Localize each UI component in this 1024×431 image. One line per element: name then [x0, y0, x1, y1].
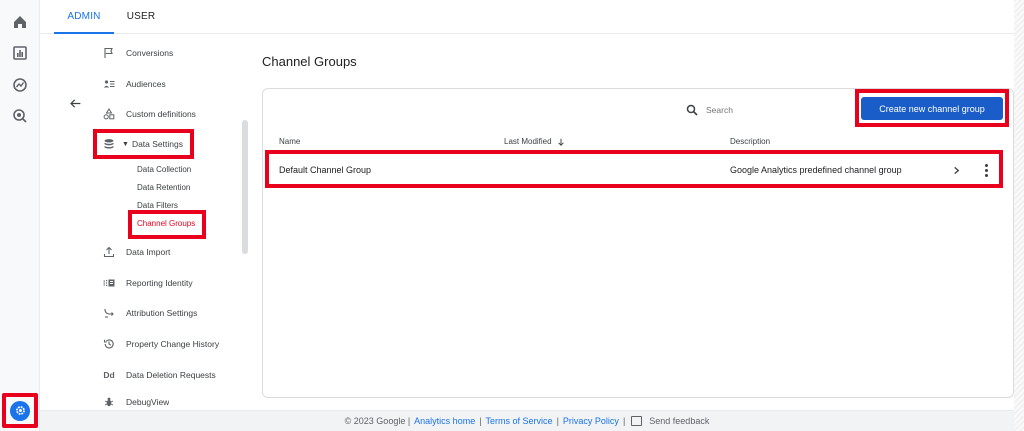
nav-item-reporting-identity[interactable]: Reporting Identity [102, 274, 193, 292]
nav-item-property-change-history[interactable]: Property Change History [102, 335, 219, 353]
explore-icon[interactable] [10, 75, 30, 95]
footer-link-privacy[interactable]: Privacy Policy [563, 416, 619, 426]
search-icon [686, 104, 698, 116]
admin-tabs: ADMIN USER [40, 0, 1014, 34]
identity-icon [102, 276, 116, 290]
gear-icon [10, 400, 30, 421]
feedback-icon [631, 416, 643, 426]
footer-separator: | [622, 416, 626, 426]
audiences-icon [102, 77, 116, 91]
home-icon[interactable] [10, 12, 30, 32]
tab-user[interactable]: USER [120, 0, 162, 34]
nav-item-data-settings[interactable]: ▼ Data Settings [102, 135, 183, 153]
upload-icon [102, 245, 116, 259]
nav-item-label: Data Deletion Requests [126, 370, 216, 380]
footer-copyright: © 2023 Google | [344, 416, 411, 426]
frame-right [1014, 0, 1024, 431]
column-header-description[interactable]: Description [730, 137, 770, 146]
debug-icon [102, 395, 116, 409]
history-icon [102, 337, 116, 351]
dd-icon: Dd [103, 370, 115, 380]
footer-send-feedback[interactable]: Send feedback [649, 416, 709, 426]
nav-sub-data-retention[interactable]: Data Retention [137, 181, 190, 195]
attribution-icon [102, 306, 116, 320]
footer-separator: | [556, 416, 559, 426]
row-description: Google Analytics predefined channel grou… [730, 165, 902, 175]
footer-separator: | [479, 416, 482, 426]
nav-sub-data-collection[interactable]: Data Collection [137, 163, 191, 177]
nav-item-label: Property Change History [126, 339, 220, 349]
nav-scrollbar[interactable] [242, 120, 248, 254]
database-icon [102, 137, 116, 151]
back-button[interactable] [65, 93, 85, 113]
admin-gear-button[interactable] [2, 393, 38, 428]
arrow-down-icon [557, 138, 564, 146]
arrow-left-icon [69, 98, 80, 108]
nav-item-label: Attribution Settings [126, 308, 198, 318]
nav-item-data-import[interactable]: Data Import [102, 243, 170, 261]
column-header-label: Last Modified [504, 137, 552, 146]
channel-groups-card [262, 88, 1014, 398]
nav-item-label: Data Import [126, 247, 171, 257]
nav-item-label: Conversions [126, 48, 174, 58]
nav-item-attribution-settings[interactable]: Attribution Settings [102, 304, 197, 322]
nav-item-label: Data Settings [131, 139, 183, 149]
flag-icon [102, 46, 116, 60]
row-name[interactable]: Default Channel Group [279, 165, 371, 175]
page-title: Channel Groups [262, 54, 357, 69]
reports-icon[interactable] [10, 43, 30, 63]
advertising-icon[interactable] [10, 106, 30, 126]
create-channel-group-button[interactable]: Create new channel group [861, 97, 1003, 120]
nav-item-label: Reporting Identity [126, 278, 193, 288]
nav-item-data-deletion-requests[interactable]: Dd Data Deletion Requests [102, 366, 216, 384]
nav-item-label: Audiences [126, 79, 166, 89]
shapes-icon [102, 107, 116, 121]
nav-item-conversions[interactable]: Conversions [102, 44, 173, 62]
column-header-name[interactable]: Name [279, 137, 300, 146]
chevron-right-icon[interactable] [949, 162, 963, 178]
nav-item-audiences[interactable]: Audiences [102, 75, 166, 93]
more-vert-icon[interactable] [979, 162, 993, 178]
column-header-last-modified[interactable]: Last Modified [504, 137, 565, 146]
search-input[interactable] [706, 105, 836, 115]
nav-item-label: DebugView [126, 397, 170, 407]
footer: © 2023 Google | Analytics home | Terms o… [40, 410, 1014, 431]
search-box[interactable] [678, 98, 850, 122]
caret-down-icon: ▼ [122, 140, 129, 148]
nav-item-custom-definitions[interactable]: Custom definitions [102, 105, 196, 123]
footer-link-analytics-home[interactable]: Analytics home [414, 416, 475, 426]
left-rail [0, 0, 40, 431]
footer-link-terms[interactable]: Terms of Service [486, 416, 553, 426]
nav-item-debugview[interactable]: DebugView [102, 395, 169, 409]
tab-admin[interactable]: ADMIN [54, 0, 114, 34]
nav-sub-channel-groups[interactable]: Channel Groups [137, 217, 195, 231]
nav-item-label: Custom definitions [126, 109, 196, 119]
